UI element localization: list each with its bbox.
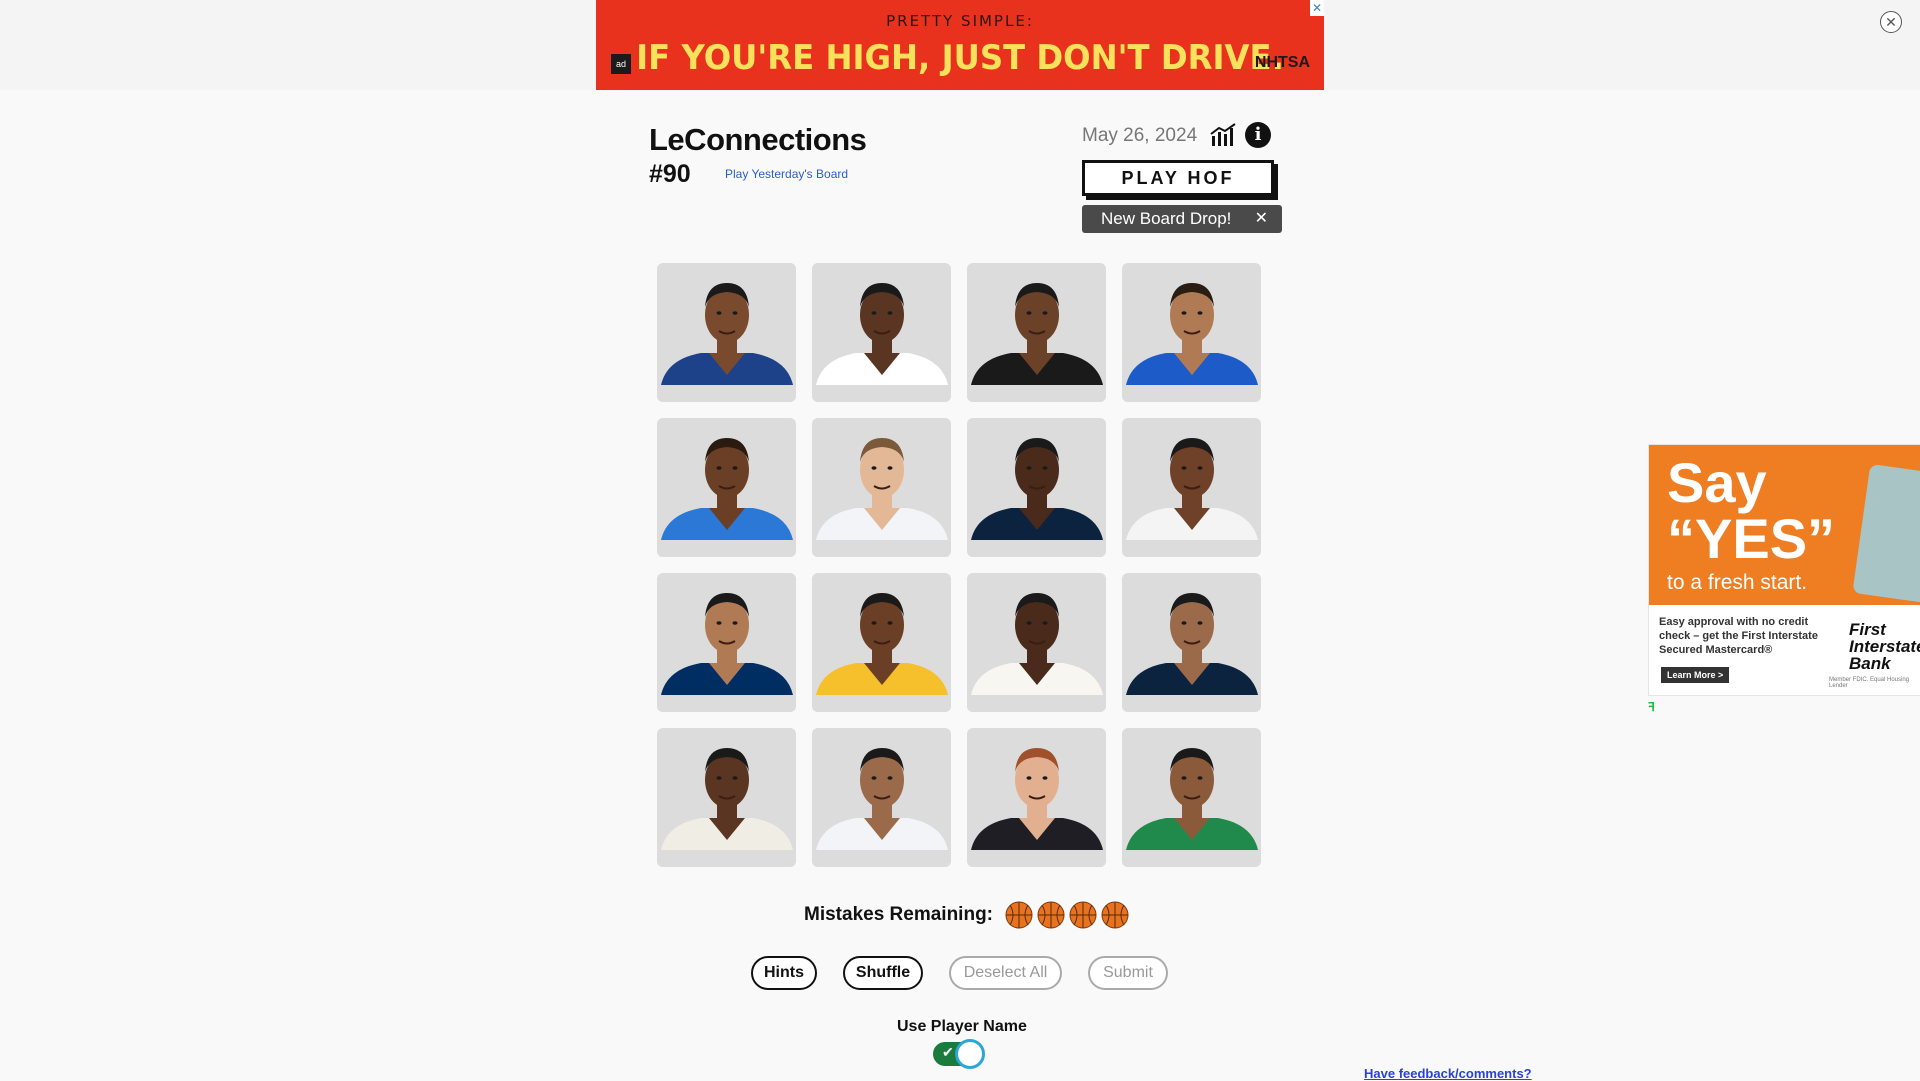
player-tile[interactable] — [967, 418, 1106, 557]
puzzle-date: May 26, 2024 — [1082, 125, 1198, 146]
ad-choices-icon[interactable]: ꟻ — [1648, 700, 1655, 714]
deselect-all-button[interactable]: Deselect All — [949, 956, 1062, 990]
badge-close-icon[interactable]: ✕ — [1255, 205, 1268, 233]
toggle-knob — [955, 1039, 985, 1069]
ad-line-2: IF YOU'RE HIGH, JUST DON'T DRIVE. — [636, 38, 1284, 78]
player-tile[interactable] — [812, 418, 951, 557]
player-headshot — [657, 748, 796, 867]
player-headshot — [1122, 593, 1261, 712]
ad-fine-print: Member FDIC. Equal Housing Lender — [1829, 677, 1910, 689]
player-headshot — [1122, 283, 1261, 402]
ad-close-icon[interactable]: ✕ — [1310, 0, 1324, 16]
shuffle-button[interactable]: Shuffle — [843, 956, 923, 990]
basketball-icon — [1037, 901, 1065, 929]
new-board-label: New Board Drop! — [1101, 209, 1232, 228]
hints-button[interactable]: Hints — [751, 956, 817, 990]
submit-button[interactable]: Submit — [1088, 956, 1168, 990]
player-tile[interactable] — [967, 728, 1106, 867]
player-headshot — [657, 283, 796, 402]
player-tile[interactable] — [812, 573, 951, 712]
puzzle-number: #90 — [649, 160, 691, 188]
basketball-icon — [1005, 901, 1033, 929]
ad-headline-2: “YES” — [1667, 507, 1836, 570]
player-tile[interactable] — [1122, 418, 1261, 557]
ad-subline: to a fresh start. — [1667, 571, 1808, 594]
ad-headline-1: Say — [1667, 451, 1767, 514]
side-ad[interactable]: Say “YES” to a fresh start. Easy approva… — [1648, 444, 1920, 696]
player-tile[interactable] — [657, 728, 796, 867]
player-headshot — [967, 593, 1106, 712]
player-headshot — [1122, 438, 1261, 557]
player-tile[interactable] — [657, 573, 796, 712]
ad-body: Easy approval with no credit check – get… — [1659, 616, 1818, 656]
player-headshot — [657, 438, 796, 557]
basketball-icon — [1069, 901, 1097, 929]
top-banner-ad[interactable]: PRETTY SIMPLE: IF YOU'RE HIGH, JUST DON'… — [596, 0, 1324, 90]
player-headshot — [1122, 748, 1261, 867]
player-tile[interactable] — [967, 263, 1106, 402]
player-name-label: Use Player Name — [897, 1018, 1027, 1035]
player-headshot — [812, 438, 951, 557]
new-board-badge: New Board Drop! ✕ — [1082, 205, 1282, 233]
ad-line-1: PRETTY SIMPLE: — [886, 12, 1034, 30]
player-tile[interactable] — [967, 573, 1106, 712]
player-headshot — [812, 593, 951, 712]
player-headshot — [967, 438, 1106, 557]
player-name-toggle[interactable]: ✔ — [933, 1039, 985, 1069]
ad-learn-more-button[interactable]: Learn More > — [1661, 667, 1730, 683]
close-icon[interactable]: ✕ — [1880, 11, 1902, 33]
ad-brand: NHTSA — [1254, 54, 1310, 71]
player-tile[interactable] — [812, 728, 951, 867]
player-tile[interactable] — [1122, 728, 1261, 867]
player-tile[interactable] — [657, 418, 796, 557]
play-hof-button[interactable]: PLAY HOF — [1082, 160, 1274, 196]
player-headshot — [812, 748, 951, 867]
check-icon: ✔ — [942, 1044, 954, 1060]
player-tile[interactable] — [1122, 573, 1261, 712]
play-yesterday-link[interactable]: Play Yesterday's Board — [725, 167, 848, 181]
player-tile[interactable] — [657, 263, 796, 402]
player-grid — [657, 263, 1261, 867]
player-headshot — [812, 283, 951, 402]
player-tile[interactable] — [1122, 263, 1261, 402]
player-headshot — [657, 593, 796, 712]
mistakes-label: Mistakes Remaining: — [804, 904, 993, 925]
info-icon[interactable]: i — [1245, 122, 1271, 148]
basketball-icon — [1101, 901, 1129, 929]
player-headshot — [967, 748, 1106, 867]
mistakes-remaining: Mistakes Remaining: — [804, 900, 1129, 930]
stats-icon[interactable] — [1209, 122, 1237, 148]
player-headshot — [967, 283, 1106, 402]
player-tile[interactable] — [812, 263, 951, 402]
ad-badge: ad — [611, 54, 631, 74]
ad-bank-name: First Interstate Bank — [1849, 620, 1920, 673]
feedback-link[interactable]: Have feedback/comments? — [1364, 1066, 1532, 1081]
mistake-balls — [1005, 901, 1129, 929]
page-title: LeConnections — [649, 122, 867, 157]
